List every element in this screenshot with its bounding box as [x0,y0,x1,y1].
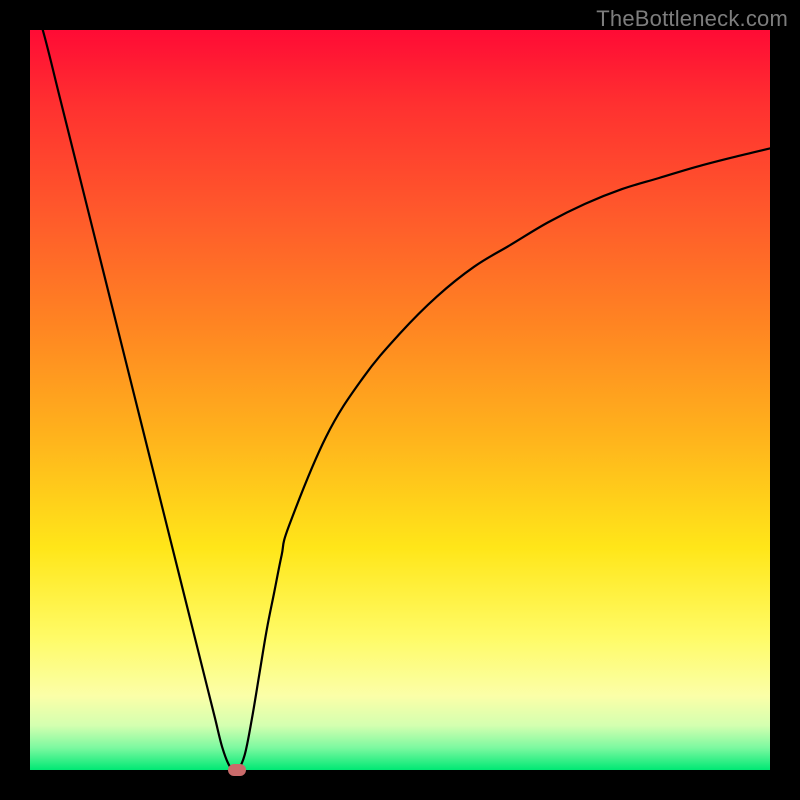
bottleneck-curve [30,30,770,770]
plot-area [30,30,770,770]
watermark-text: TheBottleneck.com [596,6,788,32]
chart-frame: TheBottleneck.com [0,0,800,800]
minimum-marker [228,764,246,776]
